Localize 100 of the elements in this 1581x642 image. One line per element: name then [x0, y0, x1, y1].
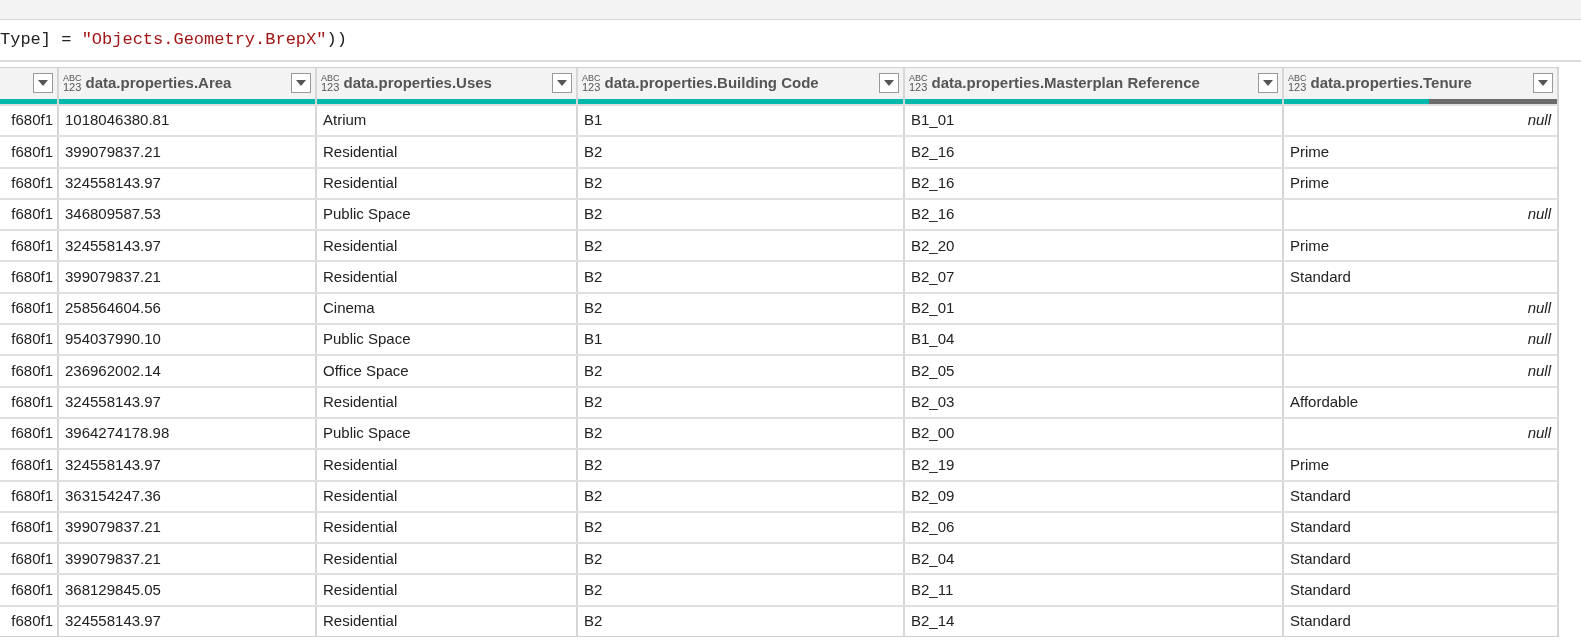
table-cell-text: B2_16: [911, 141, 955, 162]
table-cell-text: B2_09: [911, 485, 955, 506]
table-cell-text: f680f1: [11, 579, 53, 600]
table-cell-text: 324558143.97: [65, 173, 161, 193]
table-cell-text: Standard: [1290, 548, 1351, 569]
caret-icon: [38, 80, 48, 86]
table-cell-text: B2: [584, 579, 603, 600]
filter-dropdown[interactable]: [879, 73, 899, 93]
filter-dropdown[interactable]: [1533, 73, 1553, 93]
table-cell-text: Residential: [323, 485, 398, 506]
table-cell-text: Affordable: [1290, 392, 1359, 413]
table-cell-text: Residential: [323, 235, 398, 256]
table-cell-text: B1: [584, 110, 603, 131]
table-cell-text: 258564604.56: [65, 298, 161, 319]
table-cell-text: f680f1: [11, 485, 53, 506]
table-cell-text: 399079837.21: [65, 517, 161, 538]
table-cell-text: 368129845.05: [65, 579, 161, 600]
table-cell-text: f680f1: [11, 611, 53, 632]
table-cell-text: B2: [584, 548, 603, 569]
table-cell-text: f680f1: [11, 392, 53, 413]
table-cell-text: Residential: [323, 579, 398, 600]
table-cell-text: Residential: [323, 454, 398, 475]
caret-icon: [1263, 80, 1273, 86]
table-cell-text: B1_04: [911, 329, 955, 350]
table-cell-text: B2: [584, 454, 603, 475]
table-cell-text: Public Space: [323, 329, 411, 350]
table-cell-text: B2_20: [911, 235, 955, 256]
table-cell-text: 399079837.21: [65, 141, 161, 162]
table-cell-text: Residential: [323, 392, 398, 413]
formula-string: "Objects.Geometry.BrepX": [81, 29, 327, 52]
table-cell-text: Standard: [1290, 611, 1351, 632]
filter-dropdown[interactable]: [291, 73, 311, 93]
formula-code: Type] =: [0, 29, 73, 52]
table-cell-text: 236962002.14: [65, 360, 161, 381]
table-cell-text: f680f1: [11, 517, 53, 538]
table-cell-text: f680f1: [11, 548, 53, 569]
caret-icon: [1538, 80, 1548, 86]
table-cell-text: B2: [584, 141, 603, 162]
table-cell-text: B2: [584, 360, 603, 381]
table-cell-text: Residential: [323, 517, 398, 538]
table-cell-text: B2_14: [911, 611, 955, 632]
table-cell-text: f680f1: [11, 235, 53, 256]
filter-dropdown[interactable]: [33, 73, 53, 93]
table-cell-text: 324558143.97: [65, 454, 161, 475]
column-name: data.properties.Building Code: [604, 72, 819, 93]
null-value: null: [1527, 360, 1551, 381]
table-cell-text: Prime: [1290, 141, 1330, 162]
table-cell-text: B2_03: [911, 392, 955, 413]
formula-code: )): [326, 29, 347, 52]
table-cell-text: B2_07: [911, 266, 955, 287]
table-cell-text: Public Space: [323, 204, 411, 225]
table-cell-text: B2_00: [911, 423, 955, 444]
table-cell-text: B2: [584, 204, 603, 225]
table-cell-text: B2: [584, 235, 603, 256]
table-cell-text: Prime: [1290, 235, 1330, 256]
type-label: ABC 123: [1288, 74, 1307, 92]
table-cell-text: 399079837.21: [65, 266, 161, 287]
caret-icon: [557, 80, 567, 86]
table-cell-text: 324558143.97: [65, 392, 161, 413]
table-cell-text: Residential: [323, 266, 398, 287]
table-cell-text: Office Space: [323, 360, 409, 381]
caret-icon: [296, 80, 306, 86]
table-cell-text: 324558143.97: [65, 611, 161, 632]
type-label: ABC 123: [63, 74, 82, 92]
table-cell-text: f680f1: [11, 110, 53, 131]
type-label: ABC 123: [321, 74, 340, 92]
column-name: data.properties.Masterplan Reference: [931, 72, 1200, 93]
table-cell-text: f680f1: [11, 204, 53, 225]
filter-dropdown[interactable]: [1258, 73, 1278, 93]
table-cell-text: B2: [584, 423, 603, 444]
table-cell-text: f680f1: [11, 173, 53, 193]
table-cell-text: 1018046380.81: [65, 110, 170, 131]
table-cell-text: f680f1: [11, 423, 53, 444]
table-cell-text: Prime: [1290, 173, 1330, 193]
table-cell-text: Standard: [1290, 579, 1351, 600]
table-cell-text: Cinema: [323, 298, 375, 319]
table-cell-text: B2: [584, 392, 603, 413]
table-cell-text: B2: [584, 517, 603, 538]
table-cell-text: f680f1: [11, 360, 53, 381]
table-cell-text: B2_11: [911, 579, 954, 600]
type-label: ABC 123: [909, 74, 928, 92]
null-value: null: [1527, 329, 1551, 350]
table-cell-text: B2: [584, 485, 603, 506]
table-cell-text: f680f1: [11, 141, 53, 162]
null-value: null: [1527, 204, 1551, 225]
null-value: null: [1527, 423, 1551, 444]
column-name: data.properties.Tenure: [1310, 72, 1472, 93]
table-cell-text: 399079837.21: [65, 548, 161, 569]
filter-dropdown[interactable]: [552, 73, 572, 93]
table-cell-text: B2_16: [911, 173, 955, 193]
table-cell-text: B1_01: [911, 110, 955, 131]
table-cell-text: 346809587.53: [65, 204, 161, 225]
table-cell-text: f680f1: [11, 266, 53, 287]
table-cell-text: Residential: [323, 548, 398, 569]
table-cell-text: 324558143.97: [65, 235, 161, 256]
column-name: data.properties.Uses: [343, 72, 492, 93]
table-cell-text: Prime: [1290, 454, 1330, 475]
table-cell-text: Residential: [323, 611, 398, 632]
table-cell-text: 954037990.10: [65, 329, 161, 350]
caret-icon: [884, 80, 894, 86]
